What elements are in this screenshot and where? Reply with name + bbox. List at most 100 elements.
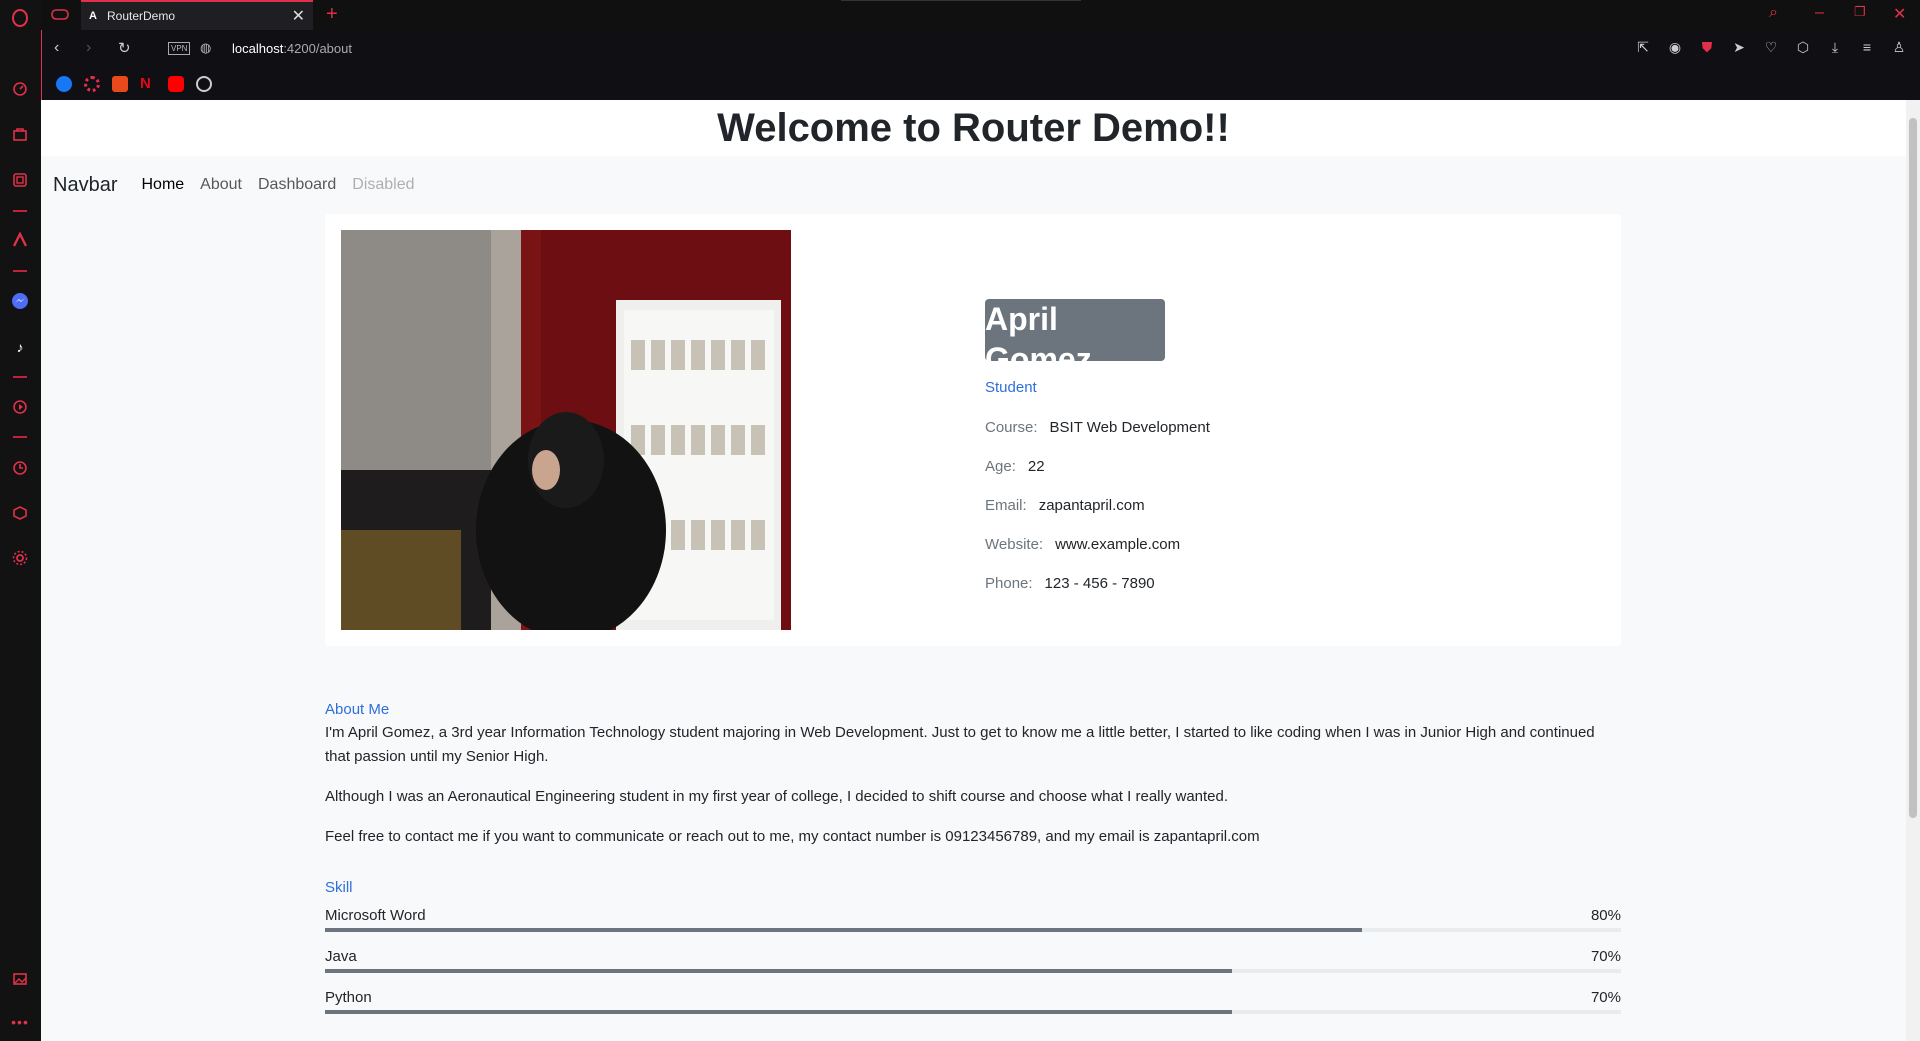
sidebar-separator [13,270,27,272]
info-value: 22 [1027,458,1045,475]
new-tab-icon[interactable]: + [326,3,338,26]
info-label: Course: [985,419,1038,436]
nav-link-about[interactable]: About [200,176,242,194]
shopping-icon[interactable] [10,124,30,144]
tab-routerdemo[interactable]: A RouterDemo ✕ [81,0,313,30]
skill-percent: 80% [1590,907,1621,924]
progress-fill [325,928,1362,932]
opera-logo-icon[interactable] [10,8,30,28]
more-dots-icon[interactable]: ••• [10,1012,30,1032]
info-label: Website: [985,536,1044,553]
minimize-icon[interactable]: – [1815,4,1824,22]
about-paragraph: I'm April Gomez, a 3rd year Information … [325,724,1595,765]
profile-name: April Gomez [985,301,1092,377]
browser-sidebar: ♪ ••• [0,0,41,1041]
pinboard-icon[interactable] [10,969,30,989]
about-section: About Me I'm April Gomez, a 3rd year Inf… [325,699,1621,865]
profile-info: April Gomez Student Course: BSIT Web Deve… [985,299,1210,592]
skill-item: Java 70% [325,946,1621,973]
tiktok-icon[interactable]: ♪ [10,337,30,357]
progress-fill [325,1010,1233,1014]
profile-role: Student [985,379,1037,396]
player-icon[interactable] [10,397,30,417]
info-value: 123 - 456 - 7890 [1044,575,1155,592]
skill-name: Java [325,948,357,965]
skills-heading: Skill [325,879,353,896]
reload-icon[interactable]: ↻ [118,39,131,57]
about-paragraph: Feel free to contact me if you want to c… [325,828,1260,845]
name-badge: April Gomez Student [985,299,1165,396]
gamepad-icon[interactable] [51,7,69,26]
nav-link-dashboard[interactable]: Dashboard [258,176,336,194]
download-icon[interactable]: ⤓ [1826,39,1844,56]
about-paragraph: Although I was an Aeronautical Engineeri… [325,788,1229,805]
netflix-icon[interactable]: N [140,76,156,92]
scrollbar-thumb[interactable] [1909,118,1917,818]
send-icon[interactable]: ➤ [1730,39,1748,56]
camera-icon[interactable]: ◉ [1666,39,1684,56]
youtube-icon[interactable] [168,76,184,92]
aria-icon[interactable] [10,230,30,250]
vpn-badge[interactable]: VPN [168,42,191,55]
about-heading: About Me [325,701,390,718]
url-field[interactable]: localhost:4200/about [232,41,352,56]
tab-bar: A RouterDemo ✕ + ⌕ – ❐ ✕ [41,0,1920,30]
progress-track [325,969,1621,973]
cube-icon[interactable] [10,503,30,523]
opera-dial-icon[interactable] [84,76,100,92]
globe-icon[interactable]: ◍ [200,40,211,56]
skills-section: Skill Microsoft Word 80% Java 70% Python 70… [325,877,1621,1014]
navbar: Navbar Home About Dashboard Disabled [41,156,1920,214]
settings-gear-icon[interactable] [10,548,30,568]
skill-name: Python [325,989,372,1006]
nav-link-disabled: Disabled [352,176,415,193]
profile-icon[interactable]: ♙ [1890,39,1908,56]
web-page: Welcome to Router Demo!! Navbar Home Abo… [41,100,1920,1041]
nav-link-home[interactable]: Home [141,176,184,194]
tab-title: RouterDemo [107,9,176,23]
navbar-brand[interactable]: Navbar [53,174,117,197]
history-icon[interactable] [10,458,30,478]
skill-percent: 70% [1590,948,1621,965]
easy-setup-icon[interactable]: ≡ [1858,39,1876,56]
tab-strip-indicator [841,0,1081,1]
facebook-icon[interactable] [56,76,72,92]
skill-item: Python 70% [325,987,1621,1014]
shopping-bag-icon[interactable] [112,76,128,92]
extensions-icon[interactable] [10,170,30,190]
profile-photo [341,230,791,630]
info-value: BSIT Web Development [1049,419,1210,436]
restore-icon[interactable]: ❐ [1854,4,1866,20]
messenger-icon[interactable] [10,291,30,311]
info-course: Course: BSIT Web Development [985,419,1210,436]
info-label: Phone: [985,575,1033,592]
heart-icon[interactable]: ♡ [1762,39,1780,56]
box-icon[interactable]: ⬡ [1794,39,1812,56]
info-value: www.example.com [1055,536,1181,553]
profile-card: April Gomez Student Course: BSIT Web Deve… [325,214,1621,646]
close-tab-icon[interactable]: ✕ [292,6,305,26]
info-label: Email: [985,497,1027,514]
search-icon[interactable]: ⌕ [1769,4,1778,22]
progress-fill [325,969,1233,973]
info-website: Website: www.example.com [985,536,1210,553]
bookmarks-bar: N [41,68,1920,100]
forward-icon[interactable]: › [86,39,91,57]
info-phone: Phone: 123 - 456 - 7890 [985,575,1210,592]
page-scrollbar[interactable] [1906,100,1920,1041]
back-icon[interactable]: ‹ [54,39,59,57]
adblock-shield-icon[interactable]: ⛊ [1698,39,1716,56]
toolbar-icons: ⇱ ◉ ⛊ ➤ ♡ ⬡ ⤓ ≡ ♙ [1634,39,1908,56]
info-email: Email: zapantapril.com [985,497,1210,514]
progress-track [325,928,1621,932]
share-icon[interactable]: ⇱ [1634,39,1652,56]
page-content: April Gomez Student Course: BSIT Web Deve… [41,214,1920,1041]
info-age: Age: 22 [985,458,1210,475]
progress-track [325,1010,1621,1014]
skill-item: Microsoft Word 80% [325,905,1621,932]
close-window-icon[interactable]: ✕ [1893,4,1906,24]
info-value: zapantapril.com [1038,497,1145,514]
dashboard-icon[interactable] [196,76,212,92]
skill-name: Microsoft Word [325,907,426,924]
speed-dial-icon[interactable] [10,79,30,99]
